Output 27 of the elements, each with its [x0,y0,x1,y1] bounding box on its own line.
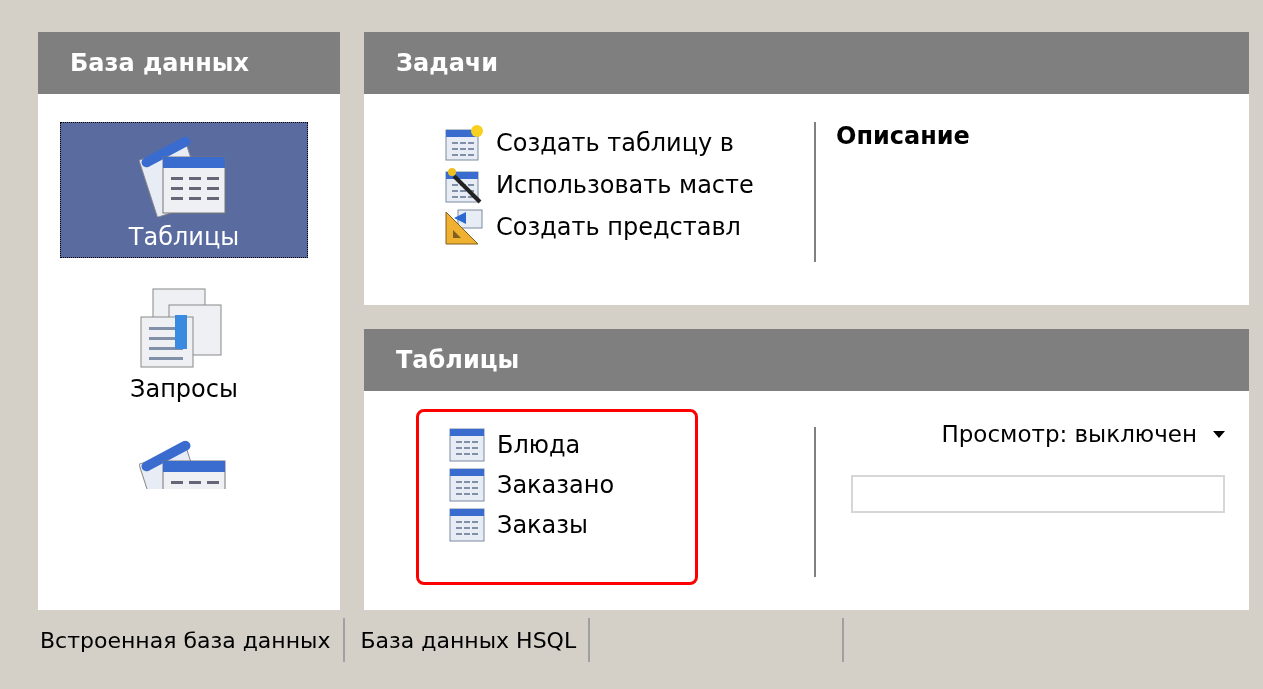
table-item[interactable]: Блюда [449,428,695,462]
task-link[interactable]: Создать таблицу в [444,124,814,162]
table-icon [139,135,229,217]
task-link[interactable]: Использовать масте [444,166,814,204]
sidebar-item[interactable]: Таблицы [60,122,308,258]
new-table-icon [444,124,484,162]
sidebar-label: Таблицы [128,223,240,251]
preview-dropdown[interactable]: Просмотр: выключен [941,421,1225,447]
description-title: Описание [835,121,970,152]
table-item[interactable]: Заказано [449,468,695,502]
form-icon [139,439,229,489]
panel-header: База данных [38,32,340,94]
caret-icon [1213,430,1225,438]
task-link[interactable]: Создать представл [444,208,814,246]
table-icon [449,508,485,542]
table-icon [449,468,485,502]
sidebar-item[interactable]: Запросы [60,286,308,410]
table-item[interactable]: Заказы [449,508,695,542]
panel-header: Таблицы [364,329,1249,391]
table-icon [449,428,485,462]
preview-field[interactable] [851,475,1225,513]
sidebar-label: Запросы [130,375,238,403]
status-text: Встроенная база данных [39,627,332,653]
panel-header: Задачи [364,32,1249,94]
wand-table-icon [444,166,484,204]
triangle-ruler-icon [444,208,484,246]
status-text: База данных HSQL [359,627,578,653]
